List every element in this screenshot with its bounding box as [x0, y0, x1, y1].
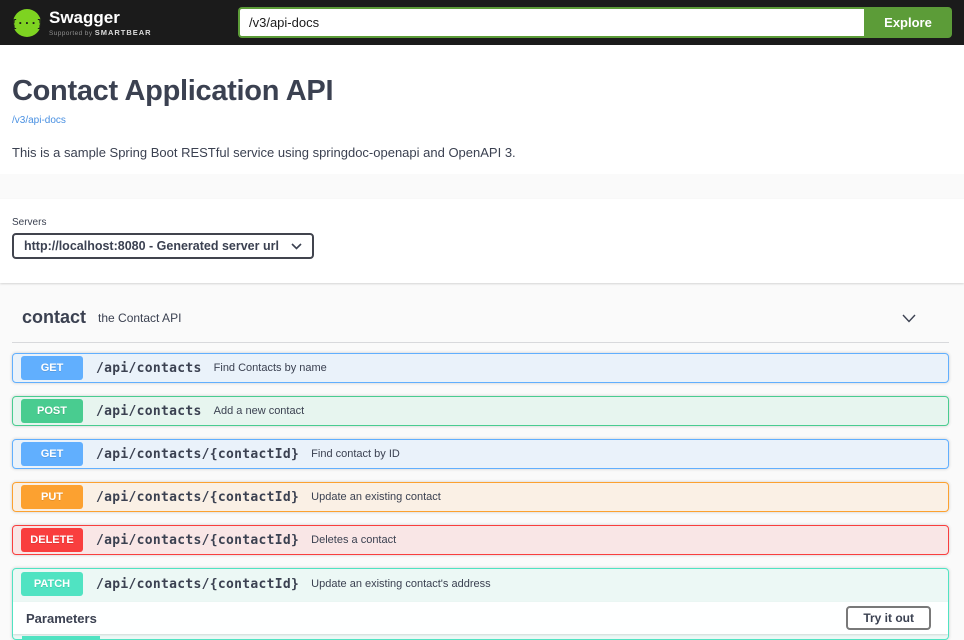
operation-summary: Find contact by ID [311, 448, 400, 460]
smartbear-brand: SMARTBEAR [94, 27, 152, 37]
operation-row[interactable]: PATCH /api/contacts/{contactId} Update a… [13, 569, 948, 599]
operation-summary: Find Contacts by name [213, 362, 327, 374]
scheme-container: Servers http://localhost:8080 - Generate… [0, 199, 964, 283]
parameters-title: Parameters [26, 610, 97, 626]
parameters-section-header: Parameters Try it out [13, 602, 948, 634]
operation-row[interactable]: GET /api/contacts/{contactId} Find conta… [12, 439, 949, 469]
chevron-down-icon [291, 242, 302, 250]
method-badge: DELETE [21, 528, 83, 552]
operations-section: contact the Contact API GET /api/contact… [0, 283, 964, 640]
try-it-out-button[interactable]: Try it out [846, 606, 931, 630]
api-description: This is a sample Spring Boot RESTful ser… [12, 145, 516, 160]
method-badge: PATCH [21, 572, 83, 596]
operation-row[interactable]: POST /api/contacts Add a new contact [12, 396, 949, 426]
operation-summary: Add a new contact [213, 405, 305, 417]
spec-url-form: Explore [238, 7, 952, 38]
operation-path: /api/contacts/{contactId} [96, 532, 300, 548]
operation-path: /api/contacts/{contactId} [96, 576, 300, 592]
logo-title: Swagger [49, 7, 120, 27]
spec-url-input[interactable] [238, 7, 864, 38]
operation-path: /api/contacts/{contactId} [96, 446, 300, 462]
operation-summary: Update an existing contact [311, 491, 441, 503]
page-title: Contact Application API [12, 75, 334, 107]
explore-button[interactable]: Explore [864, 7, 952, 38]
operation-row[interactable]: PUT /api/contacts/{contactId} Update an … [12, 482, 949, 512]
logo-subtitle: Supported by SMARTBEAR [49, 27, 152, 37]
tag-name: contact [22, 307, 87, 327]
svg-text:{···}: {···} [12, 17, 42, 30]
parameters-body [13, 634, 948, 639]
chevron-down-icon[interactable] [899, 308, 919, 328]
server-select[interactable]: http://localhost:8080 - Generated server… [12, 233, 314, 259]
swagger-logo: {···} Swagger Supported by SMARTBEAR [12, 8, 238, 38]
spec-link[interactable]: /v3/api-docs [12, 115, 66, 126]
operation-list: GET /api/contacts Find Contacts by name … [12, 353, 949, 555]
server-select-value: http://localhost:8080 - Generated server… [24, 239, 279, 253]
opblock-patch-expanded: PATCH /api/contacts/{contactId} Update a… [12, 568, 949, 640]
operation-row[interactable]: GET /api/contacts Find Contacts by name [12, 353, 949, 383]
swagger-logo-icon: {···} [12, 8, 42, 37]
method-badge: GET [21, 442, 83, 466]
method-badge: POST [21, 399, 83, 423]
method-badge: GET [21, 356, 83, 380]
tag-header-contact[interactable]: contact the Contact API [12, 283, 949, 343]
info-section: Contact Application API /v3/api-docs Thi… [0, 45, 964, 174]
operation-path: /api/contacts [96, 360, 202, 376]
operation-path: /api/contacts/{contactId} [96, 489, 300, 505]
topbar: {···} Swagger Supported by SMARTBEAR Exp… [0, 0, 964, 45]
tag-description: the Contact API [98, 310, 182, 325]
operation-path: /api/contacts [96, 403, 202, 419]
method-badge: PUT [21, 485, 83, 509]
operation-summary: Update an existing contact's address [311, 578, 491, 590]
operation-row[interactable]: DELETE /api/contacts/{contactId} Deletes… [12, 525, 949, 555]
operation-summary: Deletes a contact [311, 534, 397, 546]
servers-label: Servers [12, 217, 47, 228]
